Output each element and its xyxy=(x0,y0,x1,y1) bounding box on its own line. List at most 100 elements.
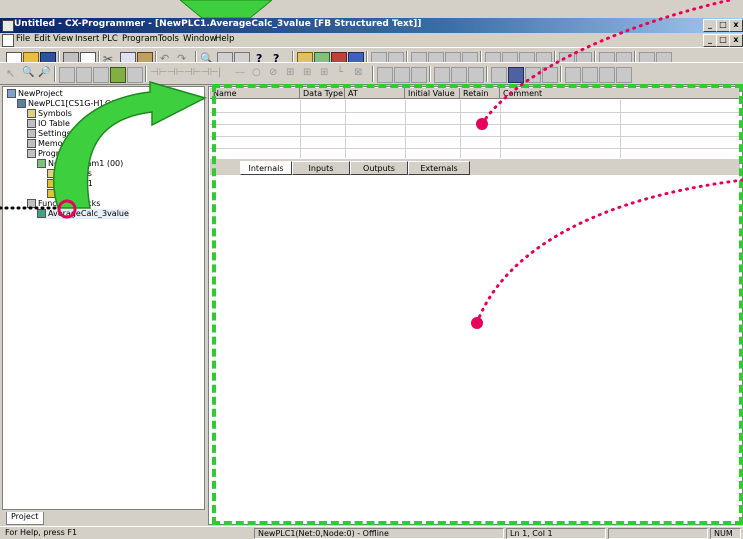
rung-icon[interactable] xyxy=(93,67,109,83)
view-mode-3-icon[interactable] xyxy=(542,67,558,83)
symbols-icon xyxy=(47,169,56,178)
close-button[interactable]: x xyxy=(729,19,743,32)
app-icon xyxy=(2,20,14,32)
function-block-icon xyxy=(37,209,46,218)
tree-item-function-blocks[interactable]: Function Blocks xyxy=(27,199,100,209)
show-window-icon[interactable] xyxy=(110,67,126,83)
fb-call-icon[interactable]: ⊞ xyxy=(303,67,317,81)
comment-icon[interactable] xyxy=(76,67,92,83)
tree-item-symbols[interactable]: Symbols xyxy=(27,109,72,119)
plc-icon xyxy=(17,99,26,108)
tree-project[interactable]: NewProject xyxy=(7,89,63,99)
tree-item-label: Symbols xyxy=(58,169,92,178)
highlight-dashed-frame xyxy=(212,84,743,525)
tree-item-averagecalc[interactable]: AverageCalc_3value xyxy=(37,209,129,219)
menu-plc[interactable]: PLC xyxy=(102,34,118,44)
view-mode-2-icon[interactable] xyxy=(525,67,541,83)
cancel-edit-icon[interactable] xyxy=(411,67,427,83)
toolbar-separator xyxy=(372,66,374,82)
window-layout-3-icon[interactable] xyxy=(599,67,615,83)
tree-item-settings[interactable]: Settings xyxy=(27,129,71,139)
tree-item-section1[interactable]: Section1 xyxy=(47,179,93,189)
view-mode-icon[interactable] xyxy=(508,67,524,83)
end-section-icon xyxy=(47,189,56,198)
status-help: For Help, press F1 xyxy=(5,528,78,537)
line-delete-icon[interactable]: ⊠ xyxy=(354,67,368,81)
online-edit-icon[interactable] xyxy=(377,67,393,83)
menu-tools[interactable]: Tools xyxy=(158,34,179,44)
window-layout-icon[interactable] xyxy=(565,67,581,83)
status-bar: For Help, press F1 NewPLC1(Net:0,Node:0)… xyxy=(0,526,743,539)
status-blank xyxy=(608,528,708,539)
bit-icon[interactable]: ⊞ xyxy=(320,67,334,81)
tree-item-label: Memory xyxy=(38,139,71,148)
vertical-line-icon[interactable]: | xyxy=(218,67,232,81)
io-table-icon xyxy=(27,119,36,128)
window-layout-2-icon[interactable] xyxy=(582,67,598,83)
toolbar-separator xyxy=(145,66,147,82)
contact-nc-icon[interactable]: ⊣⊢ xyxy=(167,67,184,81)
symbols-icon xyxy=(27,109,36,118)
menu-insert[interactable]: Insert xyxy=(75,34,99,44)
contact-no-icon[interactable]: ⊣⊢ xyxy=(150,67,167,81)
tree-plc-label: NewPLC1[CS1G-H] Offline xyxy=(28,99,132,108)
tree-item-memory[interactable]: Memory xyxy=(27,139,71,149)
zoom-out-icon[interactable]: 🔎 xyxy=(38,67,52,81)
window-title: Untitled - CX-Programmer - [NewPLC1.Aver… xyxy=(14,19,422,29)
banner-arrow-graphic xyxy=(180,0,272,18)
minimize-button[interactable]: _ xyxy=(703,19,717,32)
menu-edit[interactable]: Edit xyxy=(34,34,50,44)
diagram-toolbar: ↖ 🔍 🔎 ⊣⊢ ⊣⊢ ⊣⊢ ⊣⊢ | — ○ ⊘ ⊞ ⊞ ⊞ └ ⊠ xyxy=(0,62,743,85)
project-icon xyxy=(7,89,16,98)
program-icon xyxy=(37,159,46,168)
section-icon xyxy=(47,179,56,188)
edit-transfer-icon[interactable] xyxy=(394,67,410,83)
status-connection: NewPLC1(Net:0,Node:0) - Offline xyxy=(254,528,504,539)
output-window-icon[interactable] xyxy=(127,67,143,83)
menu-view[interactable]: View xyxy=(53,34,73,44)
instruction-icon[interactable]: ⊞ xyxy=(286,67,300,81)
coil-icon[interactable]: ○ xyxy=(252,67,266,81)
project-tab[interactable]: Project xyxy=(6,512,44,525)
tree-item-label: END xyxy=(58,189,76,198)
sim-step-icon[interactable] xyxy=(468,67,484,83)
window-layout-4-icon[interactable] xyxy=(616,67,632,83)
tree-item-end[interactable]: END xyxy=(47,189,75,199)
sim-icon[interactable] xyxy=(434,67,450,83)
tree-item-newprogram1[interactable]: NewProgram1 (00) xyxy=(37,159,123,169)
break-icon[interactable] xyxy=(491,67,507,83)
doc-close-button[interactable]: x xyxy=(729,34,743,47)
menu-bar: File Edit View Insert PLC Program Tools … xyxy=(0,33,743,47)
tree-item-programs[interactable]: Programs xyxy=(27,149,76,159)
toolbar-separator xyxy=(560,66,562,82)
contact-ornc-icon[interactable]: ⊣⊢ xyxy=(201,67,218,81)
memory-icon xyxy=(27,139,36,148)
contact-or-icon[interactable]: ⊣⊢ xyxy=(184,67,201,81)
maximize-button[interactable]: □ xyxy=(716,19,730,32)
doc-minimize-button[interactable]: _ xyxy=(703,34,717,47)
tree-item-label: Symbols xyxy=(38,109,72,118)
horizontal-line-icon[interactable]: — xyxy=(235,67,249,81)
menu-program[interactable]: Program xyxy=(122,34,158,44)
tree-item-label: IO Table xyxy=(38,119,70,128)
line-connect-icon[interactable]: └ xyxy=(337,67,351,81)
doc-restore-button[interactable]: □ xyxy=(716,34,730,47)
title-bar: Untitled - CX-Programmer - [NewPLC1.Aver… xyxy=(0,18,743,33)
tree-item-label: Function Blocks xyxy=(38,199,101,208)
grid-icon[interactable] xyxy=(59,67,75,83)
coil-nc-icon[interactable]: ⊘ xyxy=(269,67,283,81)
menu-help[interactable]: Help xyxy=(215,34,234,44)
menu-file[interactable]: File xyxy=(16,34,30,44)
select-mode-icon[interactable]: ↖ xyxy=(6,67,20,81)
tree-item-program-symbols[interactable]: Symbols xyxy=(47,169,92,179)
zoom-in-icon[interactable]: 🔍 xyxy=(22,67,36,81)
tree-plc[interactable]: NewPLC1[CS1G-H] Offline xyxy=(17,99,131,109)
status-num: NUM xyxy=(710,528,741,539)
tree-item-io-table[interactable]: IO Table xyxy=(27,119,70,129)
settings-icon xyxy=(27,129,36,138)
document-icon xyxy=(2,34,14,47)
menu-window[interactable]: Window xyxy=(183,34,217,44)
tree-item-label: AverageCalc_3value xyxy=(48,209,129,218)
tree-item-label: Programs xyxy=(38,149,76,158)
sim-run-icon[interactable] xyxy=(451,67,467,83)
